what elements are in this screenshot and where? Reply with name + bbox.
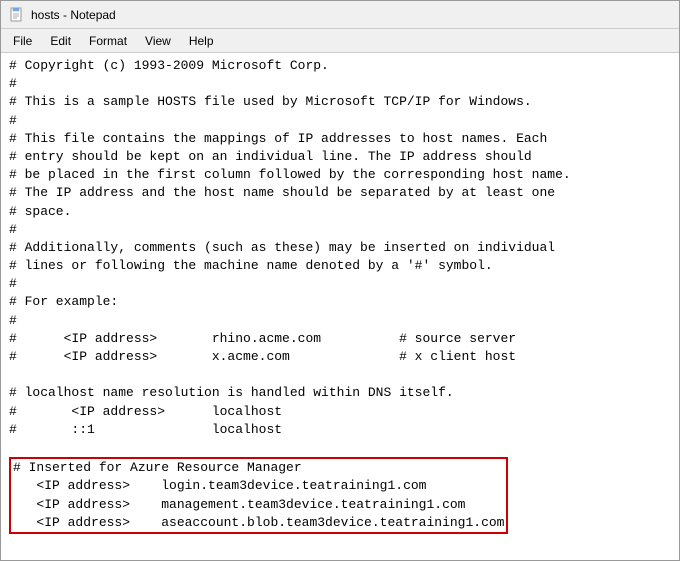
menu-bar: File Edit Format View Help <box>1 29 679 53</box>
window-title: hosts - Notepad <box>31 8 116 22</box>
menu-file[interactable]: File <box>5 32 40 50</box>
menu-edit[interactable]: Edit <box>42 32 79 50</box>
highlighted-block: # Inserted for Azure Resource Manager <I… <box>9 457 508 534</box>
menu-view[interactable]: View <box>137 32 179 50</box>
text-body: # Copyright (c) 1993-2009 Microsoft Corp… <box>9 57 671 534</box>
menu-help[interactable]: Help <box>181 32 222 50</box>
menu-format[interactable]: Format <box>81 32 135 50</box>
text-editor[interactable]: # Copyright (c) 1993-2009 Microsoft Corp… <box>1 53 679 560</box>
notepad-icon <box>9 7 25 23</box>
title-bar: hosts - Notepad <box>1 1 679 29</box>
notepad-window: hosts - Notepad File Edit Format View He… <box>0 0 680 561</box>
